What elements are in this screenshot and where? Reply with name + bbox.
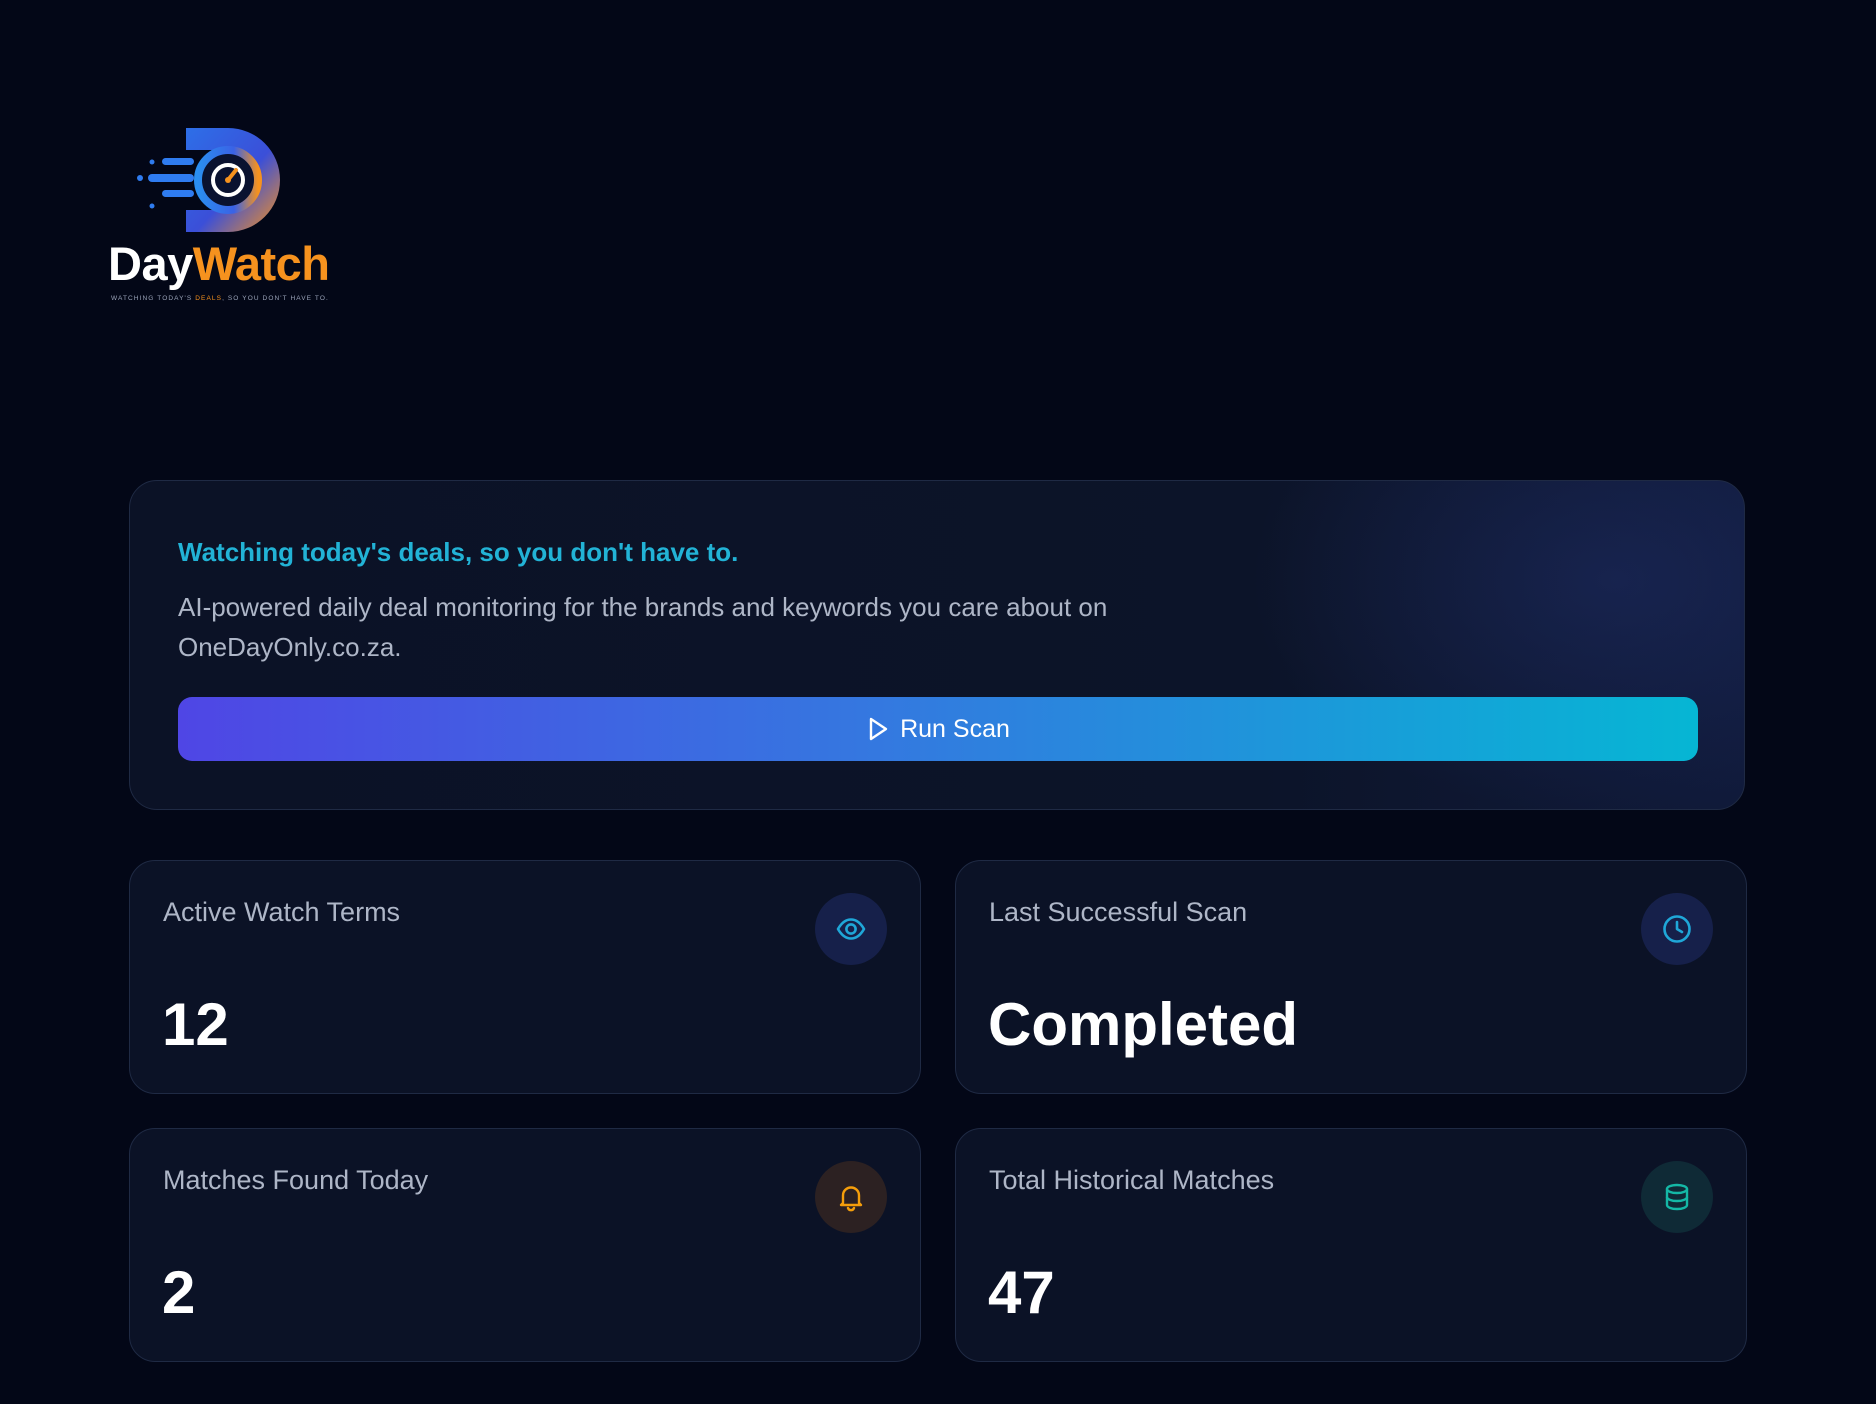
logo-word-watch: Watch: [192, 237, 330, 290]
stat-label: Total Historical Matches: [989, 1165, 1275, 1195]
logo-tagline-start: Watching today's: [111, 295, 196, 302]
logo-wordmark: DayWatch: [108, 240, 330, 287]
logo-word-day: Day: [108, 237, 193, 290]
stat-value: 12: [162, 991, 229, 1058]
logo-tagline: Watching today's deals, so you don't hav…: [111, 295, 329, 302]
stat-label: Active Watch Terms: [163, 897, 401, 927]
stat-value: 47: [988, 1259, 1055, 1326]
stat-value: 2: [162, 1259, 196, 1326]
stat-card-total-historical-matches: Total Historical Matches 47: [955, 1128, 1747, 1362]
play-icon: [866, 716, 890, 742]
bell-icon: [815, 1161, 887, 1233]
stat-card-matches-found-today: Matches Found Today 2: [129, 1128, 921, 1362]
daywatch-logo[interactable]: DayWatch Watching today's deals, so you …: [108, 118, 348, 308]
stat-label: Matches Found Today: [163, 1165, 429, 1195]
stat-value: Completed: [988, 991, 1299, 1058]
clock-icon: [1641, 893, 1713, 965]
stat-card-last-successful-scan: Last Successful Scan Completed: [955, 860, 1747, 1094]
database-icon: [1641, 1161, 1713, 1233]
run-scan-label: Run Scan: [900, 714, 1010, 743]
hero-card: Watching today's deals, so you don't hav…: [129, 480, 1745, 810]
daywatch-logo-icon: [137, 128, 280, 232]
eye-icon: [815, 893, 887, 965]
hero-description: AI-powered daily deal monitoring for the…: [178, 592, 1108, 662]
logo-tagline-end: , so you don't have to.: [222, 295, 329, 302]
hero-tagline: Watching today's deals, so you don't hav…: [178, 537, 739, 567]
stat-label: Last Successful Scan: [989, 897, 1248, 927]
stat-card-active-watch-terms: Active Watch Terms 12: [129, 860, 921, 1094]
logo-tagline-highlight: deals: [195, 295, 223, 302]
run-scan-button[interactable]: Run Scan: [178, 697, 1698, 761]
